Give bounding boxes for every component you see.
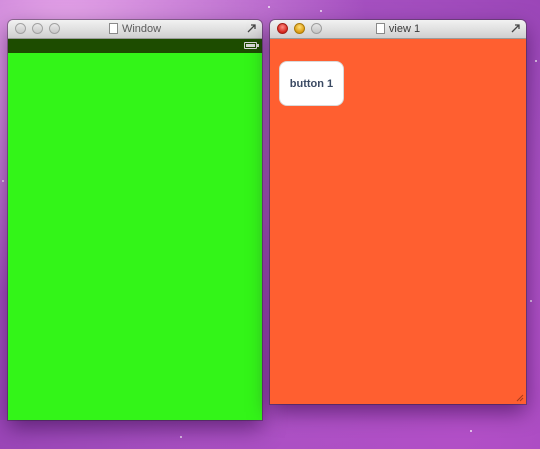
star	[470, 430, 472, 432]
battery-icon	[244, 42, 259, 49]
window-view-1: view 1 button 1	[270, 20, 526, 404]
window-main: Window	[8, 20, 262, 420]
green-content-view	[8, 53, 262, 420]
star	[535, 60, 537, 62]
window-title-text: view 1	[388, 23, 421, 35]
star	[2, 180, 4, 182]
document-icon	[108, 23, 118, 34]
titlebar[interactable]: view 1	[270, 20, 526, 39]
star	[530, 300, 532, 302]
star	[320, 10, 322, 12]
status-bar	[8, 39, 262, 53]
star	[180, 436, 182, 438]
window-title: view 1	[270, 22, 526, 36]
fullscreen-icon[interactable]	[247, 24, 256, 33]
orange-content-view: button 1	[270, 39, 526, 404]
window-title: Window	[8, 22, 262, 36]
button-1[interactable]: button 1	[279, 61, 344, 106]
resize-grip-icon[interactable]	[515, 393, 524, 402]
document-icon	[375, 23, 385, 34]
titlebar[interactable]: Window	[8, 20, 262, 39]
window-title-text: Window	[121, 23, 162, 35]
fullscreen-icon[interactable]	[511, 24, 520, 33]
star	[268, 6, 270, 8]
